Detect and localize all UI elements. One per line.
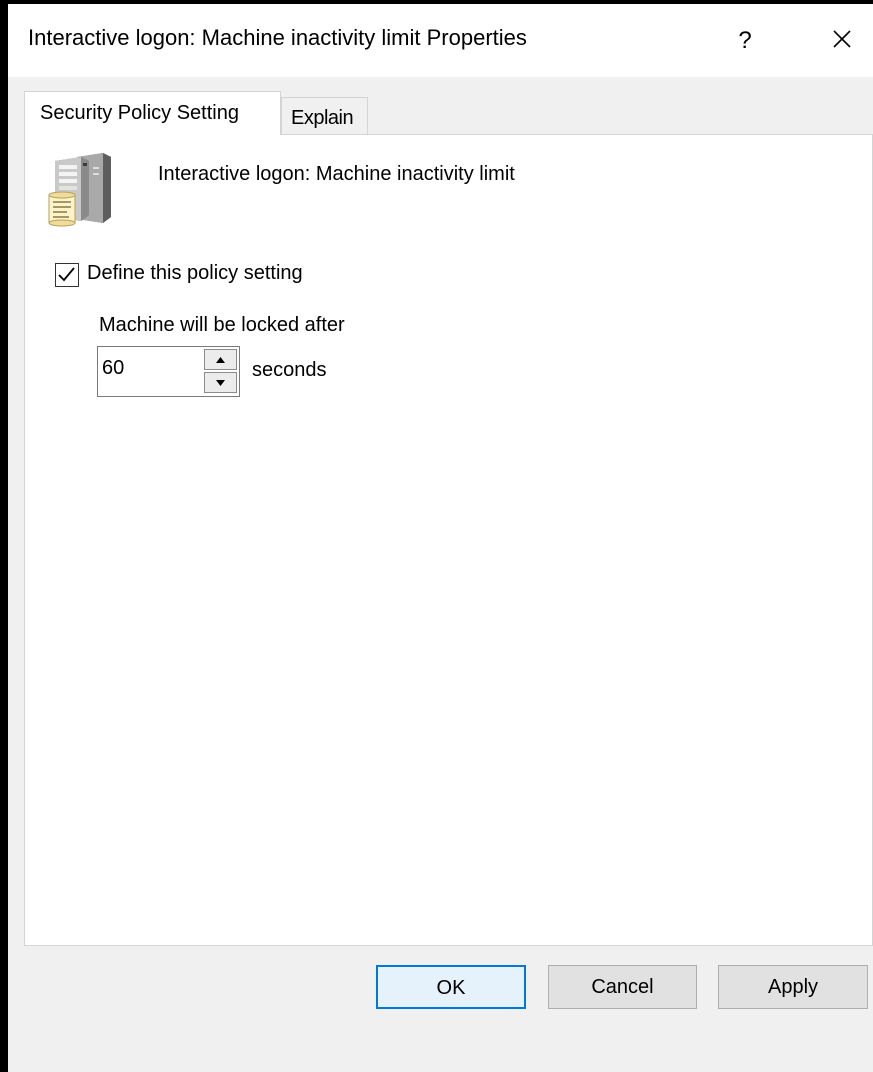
tab-panel: Interactive logon: Machine inactivity li… [24,134,873,946]
close-icon [833,30,851,48]
server-policy-icon [48,153,111,227]
ok-button[interactable]: OK [376,965,526,1009]
title-bar[interactable]: Interactive logon: Machine inactivity li… [8,4,873,77]
checkmark-icon [58,267,75,282]
policy-name: Interactive logon: Machine inactivity li… [158,163,515,185]
define-policy-label[interactable]: Define this policy setting [87,262,303,285]
arrow-up-icon [216,357,225,363]
spin-up-button[interactable] [204,349,237,370]
inactivity-timeout-input[interactable] [102,357,202,380]
tab-security-policy-setting[interactable]: Security Policy Setting [24,91,281,135]
tab-explain[interactable]: Explain [281,97,368,135]
apply-button[interactable]: Apply [718,965,868,1009]
arrow-down-icon [216,380,225,386]
cancel-button[interactable]: Cancel [548,965,697,1009]
help-button[interactable]: ? [720,16,770,66]
properties-dialog: Interactive logon: Machine inactivity li… [0,0,873,1072]
window-title: Interactive logon: Machine inactivity li… [28,25,527,50]
close-button[interactable] [816,16,866,66]
unit-label: seconds [252,359,327,381]
lock-after-label: Machine will be locked after [99,314,345,336]
dialog-client-area: Security Policy Setting Explain Interact… [8,77,873,1072]
define-policy-checkbox[interactable] [55,263,79,287]
inactivity-timeout-spinner[interactable] [97,346,240,397]
spin-down-button[interactable] [204,372,237,393]
